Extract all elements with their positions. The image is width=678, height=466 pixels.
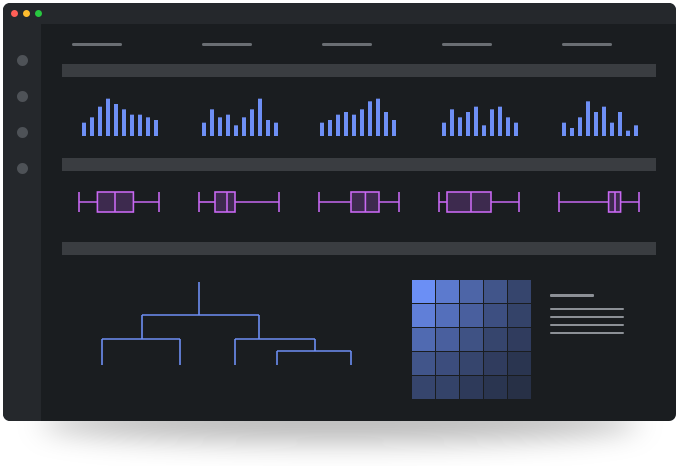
heatmap-cell [460,280,483,303]
heatmap-cell [484,376,507,399]
legend-line [550,332,624,334]
heatmap-cell [484,352,507,375]
legend-title-line [550,294,594,297]
legend-line [550,324,624,326]
heatmap-cell [460,328,483,351]
heatmap-cell [484,328,507,351]
heatmap-cell [508,376,531,399]
heatmap-cell [460,304,483,327]
heatmap-cell [436,304,459,327]
heatmap-cell [412,376,435,399]
heatmap-cell [508,328,531,351]
heatmap-cell [508,352,531,375]
heatmap-cell [412,328,435,351]
legend-line [550,308,624,310]
heatmap-cell [484,304,507,327]
heatmap-cell [436,352,459,375]
heatmap-chart [412,280,531,399]
heatmap-cell [508,304,531,327]
heatmap-cell [436,376,459,399]
heatmap-cell [436,280,459,303]
heatmap-cell [412,304,435,327]
app-window [3,3,676,421]
heatmap-cell [436,328,459,351]
heatmap-cell [508,280,531,303]
heatmap-cell [460,376,483,399]
heatmap-cell [460,352,483,375]
heatmap-cell [412,352,435,375]
heatmap-cell [412,280,435,303]
legend-line [550,316,624,318]
heatmap-cell [484,280,507,303]
